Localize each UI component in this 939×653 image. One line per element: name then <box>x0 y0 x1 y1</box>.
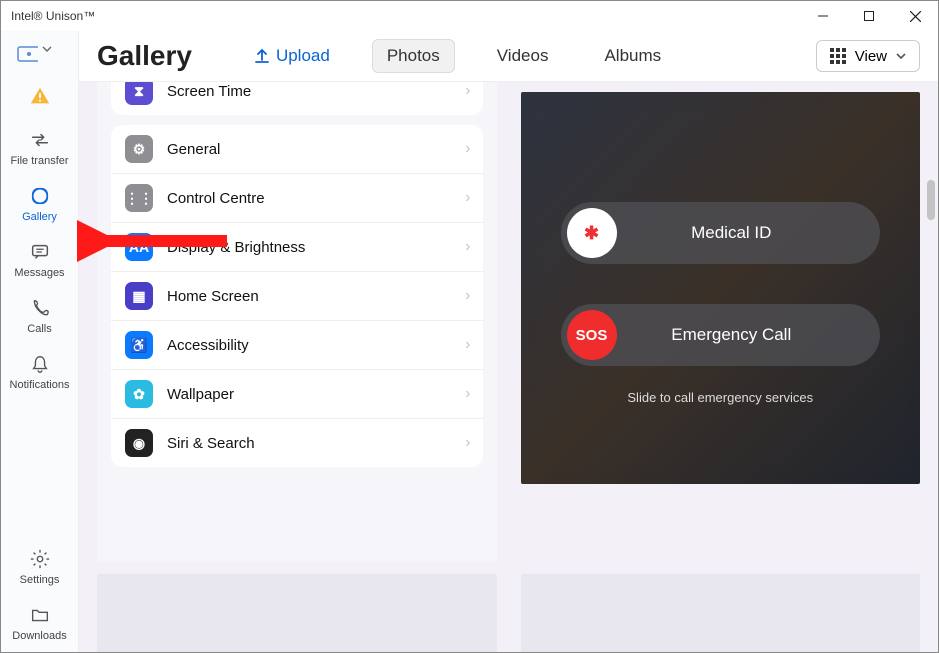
sidebar-item-label: File transfer <box>10 155 68 167</box>
chevron-down-icon <box>42 45 64 67</box>
app-icon: ♿ <box>125 331 153 359</box>
sidebar: File transfer Gallery Messages Calls Not… <box>1 31 79 652</box>
window-titlebar: Intel® Unison™ <box>1 1 938 31</box>
window-close-button[interactable] <box>892 1 938 31</box>
gallery-header: Gallery Upload Photos Videos Albums View <box>79 31 938 82</box>
tab-photos[interactable]: Photos <box>372 39 455 73</box>
settings-row: ⚙General› <box>111 125 483 174</box>
chevron-right-icon: › <box>465 189 470 207</box>
emergency-caption: Slide to call emergency services <box>521 390 921 405</box>
app-icon: ✿ <box>125 380 153 408</box>
sidebar-item-label: Gallery <box>22 211 57 223</box>
sidebar-item-gallery[interactable]: Gallery <box>1 177 78 233</box>
view-mode-button[interactable]: View <box>816 40 920 72</box>
folder-icon <box>29 604 51 626</box>
chevron-right-icon: › <box>465 385 470 403</box>
phone-icon <box>29 297 51 319</box>
window-maximize-button[interactable] <box>846 1 892 31</box>
app-icon: ◉ <box>125 429 153 457</box>
chevron-right-icon: › <box>465 140 470 158</box>
medical-id-slider: ✱ Medical ID <box>561 202 881 264</box>
gear-icon <box>29 548 51 570</box>
scrollbar[interactable] <box>927 180 935 220</box>
app-icon: ⋮⋮ <box>125 184 153 212</box>
settings-row-screen-time: ⧗ Screen Time › <box>111 82 483 115</box>
gallery-grid: even getting my review done 6:55 PM 👍 Na… <box>79 82 938 652</box>
sidebar-warning-icon[interactable] <box>1 77 78 121</box>
chevron-right-icon: › <box>465 434 470 452</box>
chevron-right-icon: › <box>465 238 470 256</box>
settings-row: ♿Accessibility› <box>111 321 483 370</box>
sidebar-item-downloads[interactable]: Downloads <box>1 596 78 652</box>
app-icon: AA <box>125 233 153 261</box>
upload-icon <box>254 48 270 64</box>
transfer-icon <box>29 129 51 151</box>
chevron-right-icon: › <box>465 287 470 305</box>
tab-videos[interactable]: Videos <box>483 40 563 72</box>
settings-row: ⋮⋮Control Centre› <box>111 174 483 223</box>
photo-thumbnail[interactable] <box>521 574 921 652</box>
settings-row: ▦Home Screen› <box>111 272 483 321</box>
sidebar-item-label: Settings <box>20 574 60 586</box>
grid-icon <box>829 47 847 65</box>
window-title: Intel® Unison™ <box>11 9 95 23</box>
app-icon: ⚙ <box>125 135 153 163</box>
settings-row: ◉Siri & Search› <box>111 419 483 467</box>
chevron-right-icon: › <box>465 336 470 354</box>
asterisk-icon: ✱ <box>567 208 617 258</box>
window-minimize-button[interactable] <box>800 1 846 31</box>
chevron-down-icon <box>895 51 907 61</box>
sidebar-item-calls[interactable]: Calls <box>1 289 78 345</box>
chevron-right-icon: › <box>465 82 470 100</box>
settings-row: ✿Wallpaper› <box>111 370 483 419</box>
photo-thumbnail[interactable]: even getting my review done 6:55 PM 👍 Na… <box>97 82 497 562</box>
emergency-call-slider: SOS Emergency Call <box>561 304 881 366</box>
warning-icon <box>29 85 51 107</box>
settings-row: AADisplay & Brightness› <box>111 223 483 272</box>
sidebar-item-label: Calls <box>27 323 51 335</box>
photo-thumbnail[interactable]: ✱ Medical ID SOS Emergency Call Slide to… <box>521 92 921 484</box>
hourglass-icon: ⧗ <box>125 82 153 105</box>
app-icon: ▦ <box>125 282 153 310</box>
sidebar-item-settings[interactable]: Settings <box>1 540 78 596</box>
sidebar-item-label: Downloads <box>12 630 66 642</box>
messages-icon <box>29 241 51 263</box>
sos-icon: SOS <box>567 310 617 360</box>
gallery-icon <box>29 185 51 207</box>
device-selector[interactable] <box>16 45 64 67</box>
sidebar-item-file-transfer[interactable]: File transfer <box>1 121 78 177</box>
photo-thumbnail[interactable] <box>97 574 497 652</box>
sidebar-item-notifications[interactable]: Notifications <box>1 345 78 401</box>
bell-icon <box>29 353 51 375</box>
upload-button[interactable]: Upload <box>240 40 344 72</box>
tab-albums[interactable]: Albums <box>590 40 675 72</box>
sidebar-item-label: Messages <box>14 267 64 279</box>
sidebar-item-messages[interactable]: Messages <box>1 233 78 289</box>
page-title: Gallery <box>97 40 192 72</box>
sidebar-item-label: Notifications <box>10 379 70 391</box>
